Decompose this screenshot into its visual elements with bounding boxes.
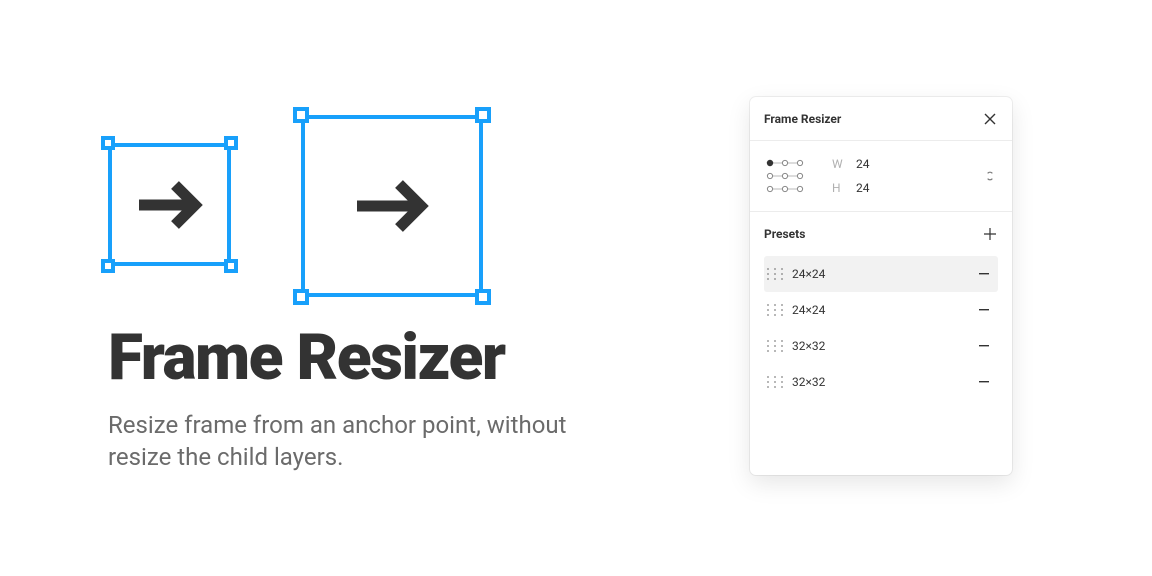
plus-icon <box>984 228 996 240</box>
width-label: W <box>832 157 846 171</box>
preset-label: 32×32 <box>792 339 976 353</box>
link-dimensions-toggle[interactable] <box>982 168 998 184</box>
selection-handle <box>101 136 115 150</box>
minus-icon <box>979 273 989 275</box>
minus-icon <box>979 345 989 347</box>
remove-preset-button[interactable] <box>976 374 992 390</box>
size-controls: W 24 H 24 <box>750 141 1012 212</box>
panel-title: Frame Resizer <box>764 112 841 126</box>
selection-handle <box>224 136 238 150</box>
preset-row[interactable]: 32×32 <box>764 364 998 400</box>
minus-icon <box>979 381 989 383</box>
selection-handle <box>293 107 309 123</box>
selection-handle <box>224 259 238 273</box>
close-button[interactable] <box>982 111 998 127</box>
plugin-panel: Frame Resizer <box>750 97 1012 475</box>
preset-label: 24×24 <box>792 267 976 281</box>
presets-title: Presets <box>764 227 805 241</box>
drag-handle-icon <box>766 303 784 317</box>
remove-preset-button[interactable] <box>976 302 992 318</box>
link-icon <box>984 169 996 183</box>
arrow-right-icon <box>133 174 207 236</box>
drag-handle-icon <box>766 339 784 353</box>
anchor-point-selector[interactable] <box>766 159 804 193</box>
height-value: 24 <box>856 181 870 195</box>
preset-label: 32×32 <box>792 375 976 389</box>
preset-row[interactable]: 24×24 <box>764 256 998 292</box>
panel-header: Frame Resizer <box>750 97 1012 141</box>
frame-illustration-large <box>301 115 483 297</box>
close-icon <box>984 113 996 125</box>
presets-list: 24×24 24×24 32×32 32×32 <box>750 256 1012 408</box>
remove-preset-button[interactable] <box>976 338 992 354</box>
width-value: 24 <box>856 157 870 171</box>
drag-handle-icon <box>766 267 784 281</box>
height-field[interactable]: H 24 <box>832 181 870 195</box>
width-field[interactable]: W 24 <box>832 157 870 171</box>
selection-handle <box>475 289 491 305</box>
presets-header: Presets <box>750 212 1012 256</box>
preset-label: 24×24 <box>792 303 976 317</box>
frame-illustration-small <box>108 143 231 266</box>
dimensions-block: W 24 H 24 <box>832 157 870 195</box>
hero-subtitle: Resize frame from an anchor point, witho… <box>108 409 628 474</box>
selection-handle <box>475 107 491 123</box>
remove-preset-button[interactable] <box>976 266 992 282</box>
drag-handle-icon <box>766 375 784 389</box>
hero-title: Frame Resizer <box>108 326 505 390</box>
selection-handle <box>101 259 115 273</box>
preset-row[interactable]: 24×24 <box>764 292 998 328</box>
height-label: H <box>832 181 846 195</box>
add-preset-button[interactable] <box>982 226 998 242</box>
selection-handle <box>293 289 309 305</box>
arrow-right-icon <box>349 170 435 242</box>
minus-icon <box>979 309 989 311</box>
preset-row[interactable]: 32×32 <box>764 328 998 364</box>
